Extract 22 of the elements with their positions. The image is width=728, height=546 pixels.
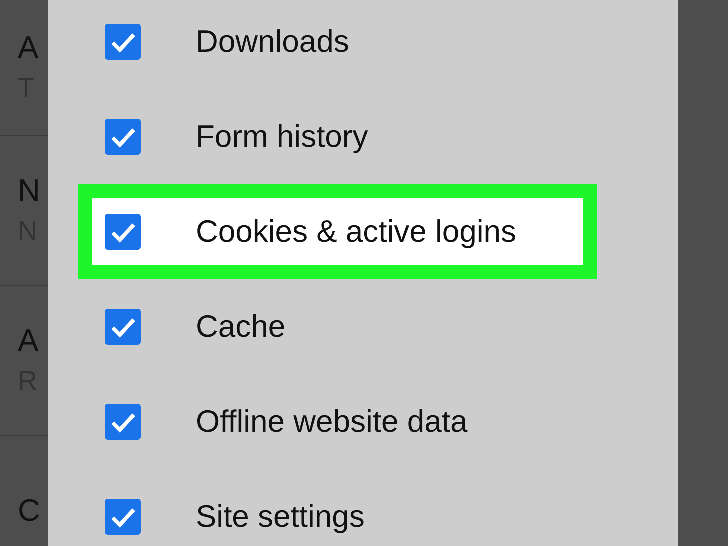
option-label: Downloads (196, 24, 350, 60)
option-label: Cache (196, 308, 286, 344)
option-label: Form history (196, 118, 368, 154)
checkbox[interactable] (105, 214, 141, 250)
checkbox[interactable] (105, 24, 141, 60)
checkbox[interactable] (105, 404, 141, 440)
checkbox-option[interactable]: Form history (78, 89, 597, 184)
option-label: Cookies & active logins (196, 214, 516, 250)
checkbox-option[interactable]: Site settings (78, 469, 597, 546)
option-label: Site settings (196, 498, 365, 534)
list-item-title: A (18, 28, 40, 66)
option-label: Offline website data (196, 404, 468, 440)
checkbox[interactable] (105, 498, 141, 534)
checkbox-option[interactable]: Cache (78, 279, 597, 374)
list-item-title: C (18, 492, 42, 530)
checkbox-option[interactable]: Downloads (78, 0, 597, 89)
list-item-title: A (18, 322, 40, 360)
highlight-frame[interactable]: Cookies & active logins (78, 184, 597, 279)
checkbox-option[interactable]: Offline website data (78, 374, 597, 469)
checkbox[interactable] (105, 308, 141, 344)
list-item-title: N (18, 172, 42, 210)
checkbox[interactable] (105, 118, 141, 154)
